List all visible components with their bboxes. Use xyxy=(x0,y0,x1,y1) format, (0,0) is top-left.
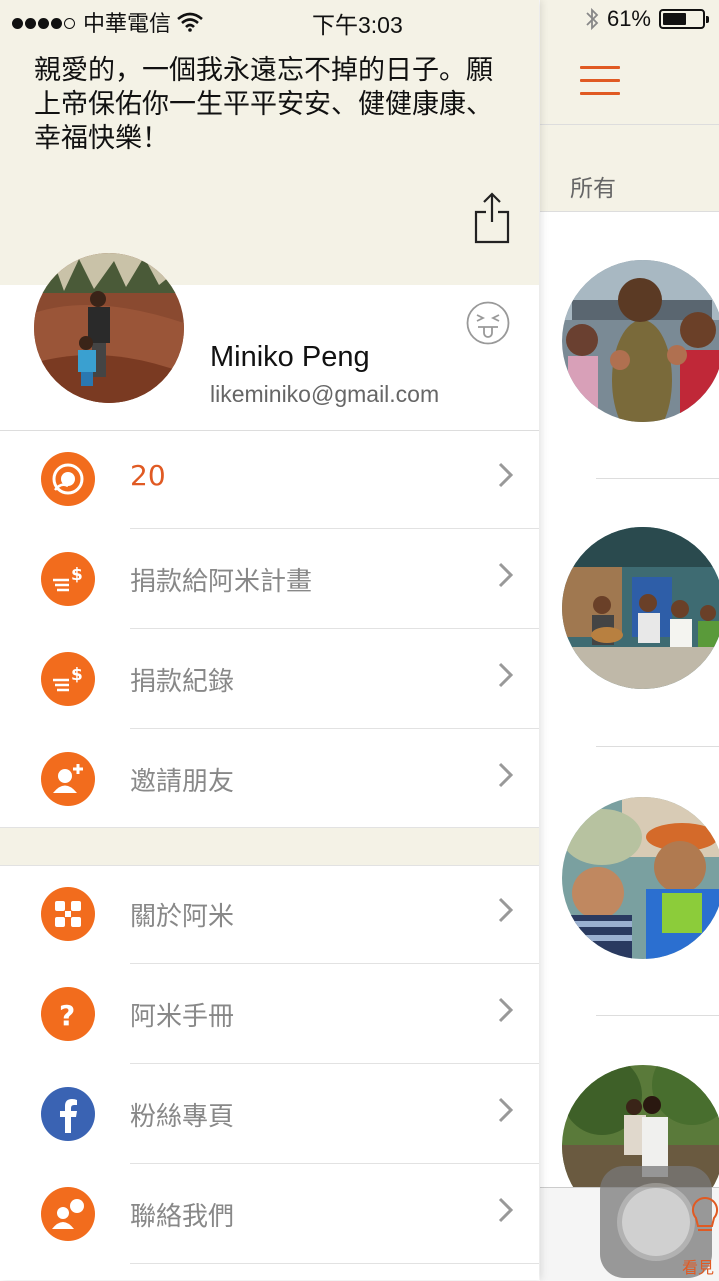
bluetooth-icon xyxy=(586,7,599,31)
menu-label-contact: 聯絡我們 xyxy=(130,1202,235,1232)
profile-section[interactable]: Miniko Peng likeminiko@gmail.com xyxy=(0,253,539,431)
feed-divider xyxy=(596,746,719,747)
menu-item-fan-page[interactable]: 粉絲專頁 xyxy=(0,1064,539,1164)
menu-label-fan-page: 粉絲專頁 xyxy=(130,1102,235,1132)
menu-label-about: 關於阿米 xyxy=(130,902,235,932)
menu-label-donate: 捐款給阿米計畫 xyxy=(130,567,313,597)
chevron-right-icon xyxy=(498,662,514,688)
donate-icon: $ xyxy=(41,552,95,606)
chevron-right-icon xyxy=(498,562,514,588)
status-bar: 中華電信 下午3:03 61% xyxy=(0,0,719,38)
wifi-icon xyxy=(177,12,203,32)
menu-icon[interactable] xyxy=(580,66,620,105)
chevron-right-icon xyxy=(498,462,514,488)
feed-photo-children-waving[interactable] xyxy=(562,260,719,422)
menu-label-donation-history: 捐款紀錄 xyxy=(130,667,235,697)
chevron-right-icon xyxy=(498,1097,514,1123)
menu-item-about[interactable]: 關於阿米 xyxy=(0,864,539,964)
svg-text:$: $ xyxy=(71,565,83,585)
tab-all[interactable]: 所有 xyxy=(570,169,616,203)
battery-icon xyxy=(659,9,709,29)
drawer-header: 親愛的，一個我永遠忘不掉的日子。願上帝保佑你一生平平安安、健健康康、幸福快樂！ xyxy=(0,0,539,285)
main-tab-bar: 所有 xyxy=(540,125,719,212)
menu-section-gap xyxy=(0,827,539,866)
facebook-icon xyxy=(41,1087,95,1141)
menu-item-contact[interactable]: 聯絡我們 xyxy=(0,1164,539,1264)
battery-percentage: 61% xyxy=(606,6,651,31)
chevron-right-icon xyxy=(498,897,514,923)
main-screen: 所有 xyxy=(540,0,719,1281)
contact-icon xyxy=(41,1187,95,1241)
donation-history-icon: $ xyxy=(41,652,95,706)
svg-text:?: ? xyxy=(59,999,75,1032)
share-icon[interactable] xyxy=(474,192,510,244)
menu-item-points[interactable]: 20 xyxy=(0,429,539,529)
side-drawer: 親愛的，一個我永遠忘不掉的日子。願上帝保佑你一生平平安安、健健康康、幸福快樂！ xyxy=(0,0,539,1280)
svg-text:$: $ xyxy=(71,665,83,685)
chevron-right-icon xyxy=(498,997,514,1023)
user-email: likeminiko@gmail.com xyxy=(210,381,440,407)
menu-item-handbook[interactable]: ? 阿米手冊 xyxy=(0,964,539,1064)
menu-label-handbook: 阿米手冊 xyxy=(130,1002,235,1032)
menu-item-donation-history[interactable]: $ 捐款紀錄 xyxy=(0,629,539,729)
feed-photo-children-hats[interactable] xyxy=(562,797,719,959)
points-count: 20 xyxy=(130,459,166,492)
menu-divider xyxy=(130,1263,539,1264)
invite-friend-icon xyxy=(41,752,95,806)
feed-divider xyxy=(596,478,719,479)
status-time: 下午3:03 xyxy=(312,12,403,38)
about-icon xyxy=(41,887,95,941)
menu-item-donate[interactable]: $ 捐款給阿米計畫 xyxy=(0,529,539,629)
carrier-name: 中華電信 xyxy=(83,11,172,36)
feed-photo-children-music[interactable] xyxy=(562,527,719,689)
menu-label-invite-friends: 邀請朋友 xyxy=(130,767,235,797)
chevron-right-icon xyxy=(498,762,514,788)
dedication-message: 親愛的，一個我永遠忘不掉的日子。願上帝保佑你一生平平安安、健健康康、幸福快樂！ xyxy=(34,55,493,154)
user-name: Miniko Peng xyxy=(210,341,370,373)
menu-item-invite-friends[interactable]: 邀請朋友 xyxy=(0,729,539,829)
signal-strength-icon xyxy=(12,9,77,35)
tab-label-see[interactable]: 看見 xyxy=(682,1254,714,1278)
avatar[interactable] xyxy=(34,253,184,403)
lightbulb-icon[interactable] xyxy=(690,1194,719,1238)
chevron-right-icon xyxy=(498,1197,514,1223)
emoji-face-icon[interactable] xyxy=(466,301,510,345)
help-icon: ? xyxy=(41,987,95,1041)
points-icon xyxy=(41,452,95,506)
feed-divider xyxy=(596,1015,719,1016)
